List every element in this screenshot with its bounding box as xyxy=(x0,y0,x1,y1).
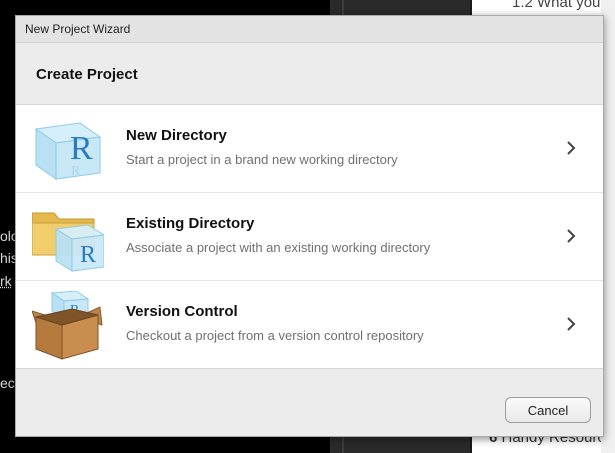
cancel-button[interactable]: Cancel xyxy=(505,397,591,423)
dialog-heading: Create Project xyxy=(36,66,138,83)
version-control-option[interactable]: R Version Control Checkout a project fro… xyxy=(16,281,603,368)
folder-r-cube-icon: R xyxy=(31,203,106,273)
svg-text:R: R xyxy=(70,130,93,167)
option-description: Checkout a project from a version contro… xyxy=(126,328,424,343)
box-r-cube-icon: R xyxy=(31,290,104,361)
project-type-list: R R New Directory Start a project in a b… xyxy=(16,104,603,369)
svg-text:R: R xyxy=(80,242,96,268)
dialog-footer: Cancel xyxy=(16,369,603,439)
svg-text:R: R xyxy=(71,164,81,179)
option-description: Associate a project with an existing wor… xyxy=(126,240,431,255)
option-title: Existing Directory xyxy=(126,215,255,232)
chevron-right-icon xyxy=(567,317,576,331)
background-text: ec xyxy=(0,375,15,391)
new-project-dialog: New Project Wizard Create Project R R Ne… xyxy=(15,15,604,437)
option-title: New Directory xyxy=(126,127,227,144)
option-title: Version Control xyxy=(126,303,238,320)
existing-directory-option[interactable]: R Existing Directory Associate a project… xyxy=(16,193,603,281)
dialog-titlebar[interactable]: New Project Wizard xyxy=(16,16,603,43)
toc-item[interactable]: 1.2 What you xyxy=(512,0,600,11)
option-description: Start a project in a brand new working d… xyxy=(126,152,398,167)
chevron-right-icon xyxy=(567,229,576,243)
r-cube-icon: R R xyxy=(32,115,104,185)
background-link[interactable]: rk xyxy=(0,273,12,289)
new-directory-option[interactable]: R R New Directory Start a project in a b… xyxy=(16,105,603,193)
chevron-right-icon xyxy=(567,141,576,155)
